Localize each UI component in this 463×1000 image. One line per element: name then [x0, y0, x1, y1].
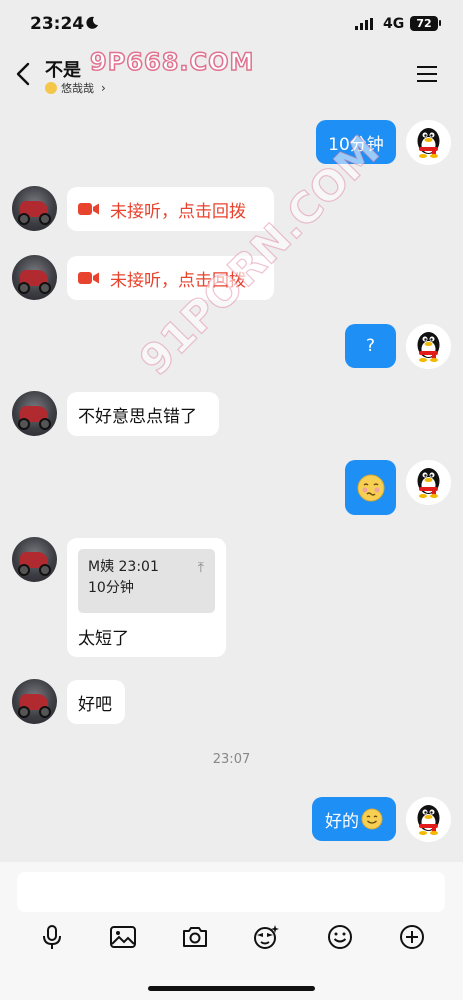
message-text: 太短了: [78, 629, 129, 649]
smile-emoji-icon: [361, 808, 383, 830]
message-text: 好的: [325, 811, 359, 832]
message-bubble-in[interactable]: 不好意思点错了: [67, 392, 219, 436]
microphone-icon[interactable]: [37, 922, 67, 952]
my-avatar[interactable]: [406, 324, 451, 369]
message-input[interactable]: [17, 872, 445, 912]
video-call-icon: [78, 203, 99, 215]
quote-author-time: M姨 23:01: [88, 559, 159, 575]
reply-message-bubble[interactable]: M姨 23:01 10分钟 ⤒ 太短了: [67, 538, 226, 657]
chat-title[interactable]: 不是: [45, 56, 81, 82]
status-time: 23:24: [30, 14, 85, 34]
quote-text: 10分钟: [88, 580, 134, 596]
contact-status[interactable]: 悠哉哉 ›: [45, 80, 106, 96]
battery-cap: [439, 20, 441, 26]
message-text: 好吧: [78, 694, 112, 715]
status-bar: 23:24 4G 72: [0, 0, 463, 50]
contact-avatar[interactable]: [12, 255, 57, 300]
quoted-message[interactable]: M姨 23:01 10分钟 ⤒: [78, 549, 215, 613]
awkward-emoji-icon: [357, 474, 384, 501]
signal-icon: [355, 18, 373, 30]
message-text: 不好意思点错了: [78, 406, 197, 427]
message-text: 10分钟: [328, 134, 384, 155]
watermark-top: 9P668.COM: [89, 47, 255, 77]
battery-indicator: 72: [410, 16, 438, 31]
missed-call-text: 未接听，点击回拨: [110, 201, 246, 222]
contact-avatar[interactable]: [12, 679, 57, 724]
time-divider: 23:07: [212, 752, 251, 767]
emoji-icon[interactable]: [325, 922, 355, 952]
home-indicator: [148, 986, 315, 991]
missed-call-text: 未接听，点击回拨: [110, 270, 246, 291]
input-bar: [0, 862, 463, 1000]
contact-avatar[interactable]: [12, 391, 57, 436]
plus-icon[interactable]: [397, 922, 427, 952]
input-toolbar: [0, 922, 463, 954]
message-bubble-out[interactable]: 10分钟: [316, 120, 396, 164]
image-icon[interactable]: [108, 922, 138, 952]
message-bubble-out[interactable]: ?: [345, 324, 396, 368]
moon-icon: [86, 16, 98, 29]
missed-call-bubble[interactable]: 未接听，点击回拨: [67, 256, 274, 300]
camera-icon[interactable]: [180, 922, 210, 952]
my-avatar[interactable]: [406, 797, 451, 842]
contact-avatar[interactable]: [12, 537, 57, 582]
status-emoji-icon: [45, 82, 57, 94]
my-avatar[interactable]: [406, 120, 451, 165]
chevron-right-icon: ›: [101, 81, 106, 95]
my-avatar[interactable]: [406, 460, 451, 505]
message-text: ?: [365, 336, 376, 356]
contact-avatar[interactable]: [12, 186, 57, 231]
message-bubble-in[interactable]: 好吧: [67, 680, 125, 724]
emoji-message-bubble[interactable]: [345, 460, 396, 515]
message-bubble-out[interactable]: 好的: [312, 797, 396, 841]
jump-to-top-icon[interactable]: ⤒: [198, 558, 204, 579]
back-icon[interactable]: [12, 60, 36, 88]
missed-call-bubble[interactable]: 未接听，点击回拨: [67, 187, 274, 231]
status-text: 悠哉哉: [61, 82, 94, 95]
sticker-icon[interactable]: [251, 922, 281, 952]
menu-icon[interactable]: [415, 64, 439, 84]
network-label: 4G: [383, 16, 405, 32]
video-call-icon: [78, 272, 99, 284]
